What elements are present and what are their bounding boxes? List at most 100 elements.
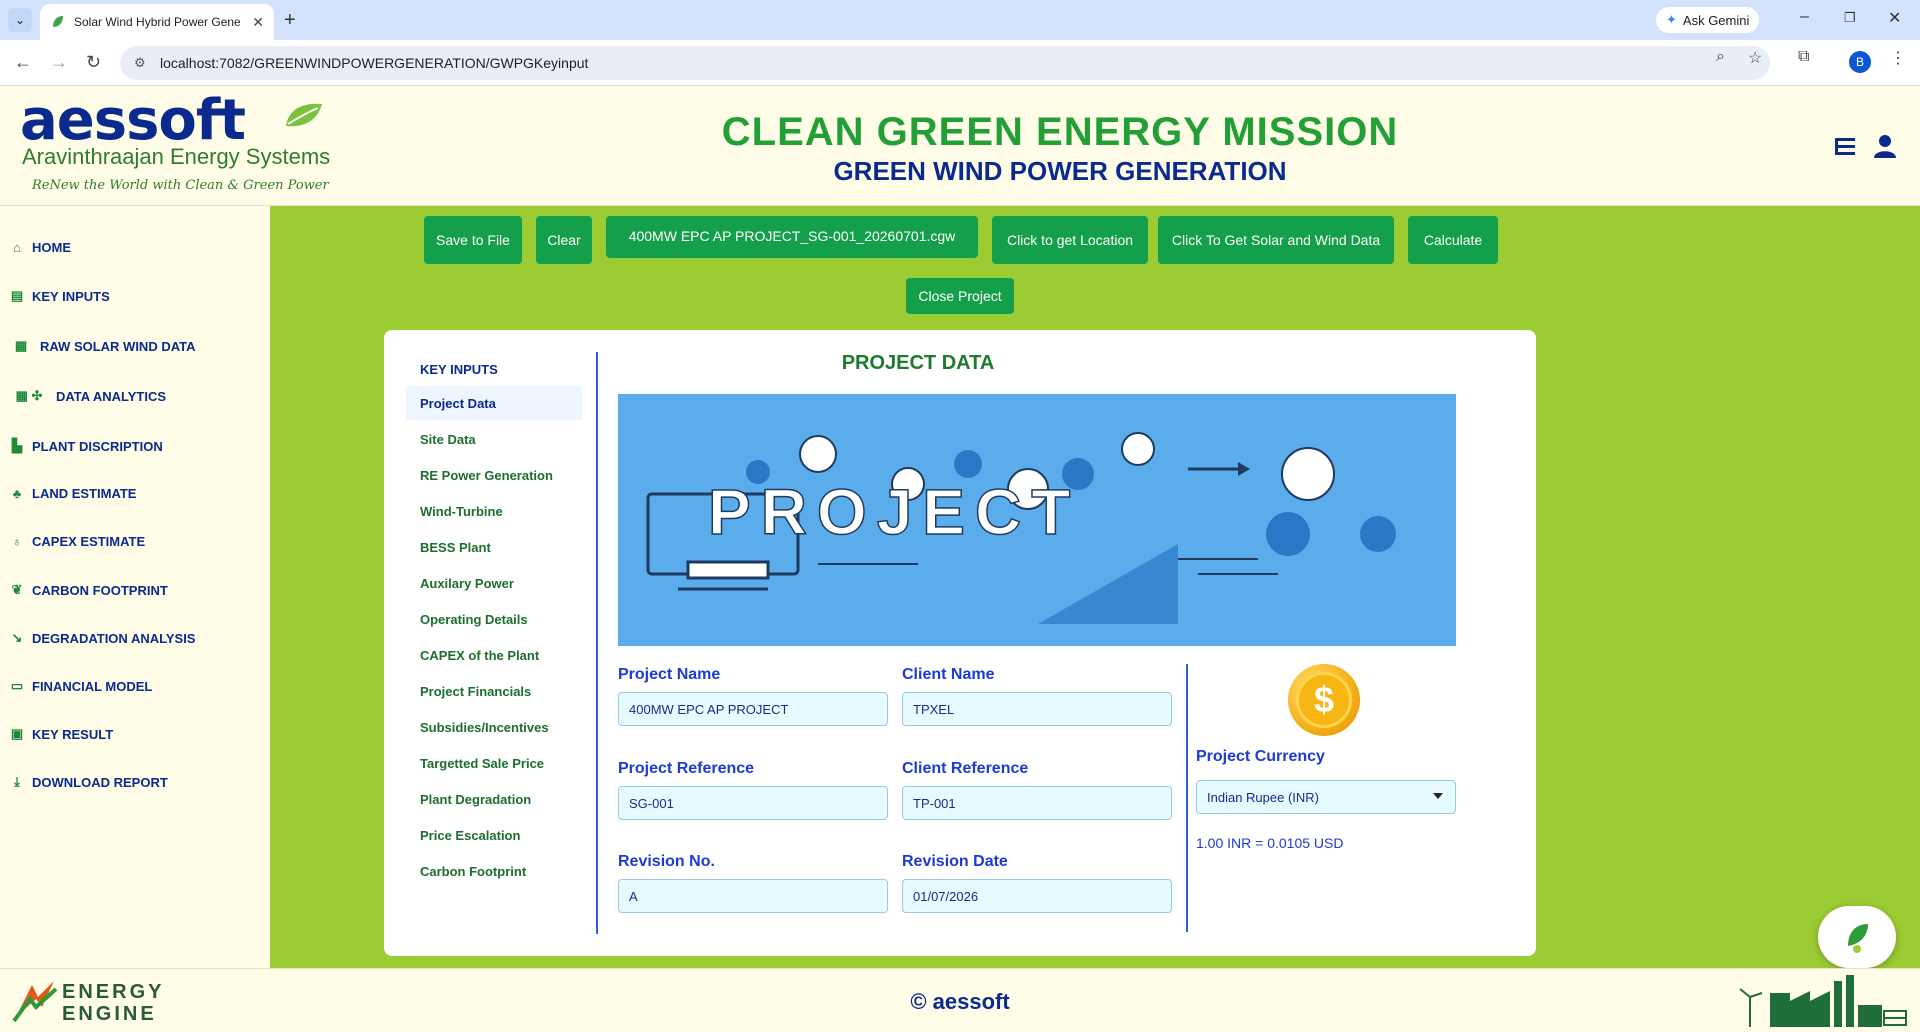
sidebar-item-home[interactable]: ⌂ HOME (10, 240, 71, 255)
revision-date-field[interactable]: 01/07/2026 (902, 879, 1172, 913)
get-location-button[interactable]: Click to get Location (992, 216, 1148, 264)
zoom-icon[interactable]: ⌕ (1716, 48, 1725, 66)
logo-tagline: ReNew the World with Clean & Green Power (32, 178, 329, 193)
project-banner-image: PROJECT (618, 394, 1456, 646)
sidebar-item-label: CARBON FOOTPRINT (32, 582, 168, 598)
subnav-targetted-sale-price[interactable]: Targetted Sale Price (406, 746, 582, 780)
sidebar-item-label: KEY RESULT (32, 726, 114, 742)
sidebar-item-key-result[interactable]: ▣ KEY RESULT (10, 726, 113, 742)
revision-no-field[interactable]: A (618, 879, 888, 913)
subnav-re-power-generation[interactable]: RE Power Generation (406, 458, 582, 492)
project-data-title: PROJECT DATA (841, 352, 995, 374)
subnav-project-data[interactable]: Project Data (406, 386, 582, 420)
url-text: localhost:7082/GREENWINDPOWERGENERATION/… (160, 55, 589, 71)
tab-search-icon[interactable]: ⌄ (8, 8, 32, 32)
egem-chat-button[interactable] (1818, 906, 1896, 968)
sidebar-item-label: RAW SOLAR WIND DATA (40, 338, 196, 354)
sidebar-item-key-inputs[interactable]: ▤ KEY INPUTS (10, 288, 110, 304)
client-name-field[interactable]: TPXEL (902, 692, 1172, 726)
project-currency-select[interactable]: Indian Rupee (INR) (1196, 780, 1456, 814)
forward-icon[interactable]: → (50, 52, 68, 73)
page-title: CLEAN GREEN ENERGY MISSION (721, 110, 1399, 154)
land-icon: ♣ (12, 486, 22, 501)
ask-gemini-button[interactable]: ✦ Ask Gemini (1656, 7, 1760, 33)
solar-panel-icon: ▦ (14, 338, 28, 353)
hamburger-menu-icon[interactable] (1834, 136, 1856, 158)
new-tab-icon[interactable]: + (284, 8, 296, 32)
tab-close-icon[interactable]: ✕ (252, 14, 264, 31)
calculate-button[interactable]: Calculate (1408, 216, 1498, 264)
project-name-label: Project Name (618, 666, 721, 683)
sidebar: ⌂ HOME ▤ KEY INPUTS ▦ RAW SOLAR WIND DAT… (0, 206, 270, 968)
sidebar-item-financial-model[interactable]: ▭ FINANCIAL MODEL (10, 678, 153, 694)
subnav-capex-of-plant[interactable]: CAPEX of the Plant (406, 638, 582, 672)
subnav-price-escalation[interactable]: Price Escalation (406, 818, 582, 852)
revision-date-label: Revision Date (902, 853, 1008, 870)
app-header: aessoft Aravinthraajan Energy Systems Re… (0, 86, 1920, 206)
user-icon[interactable] (1874, 134, 1896, 158)
download-icon: ⤓ (14, 774, 20, 789)
gemini-star-icon: ✦ (1666, 12, 1677, 27)
save-to-file-button[interactable]: Save to File (424, 216, 522, 264)
get-solar-wind-data-button[interactable]: Click To Get Solar and Wind Data (1158, 216, 1394, 264)
subnav-subsidies-incentives[interactable]: Subsidies/Incentives (406, 710, 582, 744)
client-name-label: Client Name (902, 666, 995, 683)
footer: ENERGY ENGINE © aessoft (0, 968, 1920, 1032)
chevron-down-icon (1433, 793, 1443, 799)
logo-leaf-icon (286, 103, 322, 127)
subnav-auxilary-power[interactable]: Auxilary Power (406, 566, 582, 600)
sidebar-item-degradation-analysis[interactable]: ↘ DEGRADATION ANALYSIS (10, 630, 196, 646)
bookmark-star-icon[interactable]: ☆ (1748, 48, 1762, 68)
analytics-icon: ▦ ✣ (15, 388, 43, 403)
subnav-operating-details[interactable]: Operating Details (406, 602, 582, 636)
reload-icon[interactable]: ↻ (86, 52, 101, 73)
sidebar-item-raw-solar-wind-data[interactable]: ▦ RAW SOLAR WIND DATA (10, 338, 196, 354)
energy-engine-logo-icon (12, 981, 58, 1023)
sidebar-item-download-report[interactable]: ⤓ DOWNLOAD REPORT (10, 774, 168, 790)
address-bar[interactable]: ⚙ localhost:7082/GREENWINDPOWERGENERATIO… (120, 46, 1770, 80)
subnav-plant-degradation[interactable]: Plant Degradation (406, 782, 582, 816)
sidebar-item-label: KEY INPUTS (32, 288, 110, 304)
industry-icon: ▙ (12, 438, 22, 453)
browser-menu-icon[interactable]: ⋮ (1890, 48, 1906, 68)
project-data-card: KEY INPUTS Project Data Site Data RE Pow… (384, 330, 1536, 956)
browser-toolbar: ← → ↻ ⚙ localhost:7082/GREENWINDPOWERGEN… (0, 40, 1920, 86)
sidebar-item-data-analytics[interactable]: ▦ ✣ DATA ANALYTICS (10, 388, 166, 404)
subnav-project-financials[interactable]: Project Financials (406, 674, 582, 708)
copyright-text: © aessoft (910, 989, 1010, 1014)
site-info-icon[interactable]: ⚙ (134, 55, 146, 71)
browser-tab[interactable]: Solar Wind Hybrid Power Gene ✕ (40, 4, 274, 40)
revision-no-label: Revision No. (618, 853, 715, 870)
money-bag-icon: ♁ (12, 534, 22, 549)
energy-engine-brand-line2: ENGINE (62, 1003, 157, 1025)
client-reference-label: Client Reference (902, 760, 1029, 777)
subnav-wind-turbine[interactable]: Wind-Turbine (406, 494, 582, 528)
sidebar-item-label: HOME (32, 240, 71, 255)
sidebar-item-label: PLANT DISCRIPTION (32, 438, 163, 454)
sidebar-item-land-estimate[interactable]: ♣ LAND ESTIMATE (10, 486, 137, 501)
clear-button[interactable]: Clear (536, 216, 592, 264)
currency-divider (1186, 664, 1188, 932)
sidebar-item-carbon-footprint[interactable]: ❦ CARBON FOOTPRINT (10, 582, 168, 598)
back-icon[interactable]: ← (14, 52, 32, 73)
client-reference-field[interactable]: TP-001 (902, 786, 1172, 820)
project-reference-field[interactable]: SG-001 (618, 786, 888, 820)
minimize-icon[interactable]: – (1800, 8, 1809, 26)
subnav-divider (596, 352, 598, 934)
key-inputs-heading: KEY INPUTS (420, 362, 498, 377)
profile-avatar[interactable]: B (1849, 51, 1871, 73)
close-project-button[interactable]: Close Project (906, 278, 1014, 314)
sidebar-item-plant-discription[interactable]: ▙ PLANT DISCRIPTION (10, 438, 163, 454)
sidebar-item-capex-estimate[interactable]: ♁ CAPEX ESTIMATE (10, 534, 145, 549)
extensions-icon[interactable]: ⧉ (1798, 48, 1809, 66)
close-window-icon[interactable]: ✕ (1888, 8, 1901, 28)
egem-leaf-icon (1848, 924, 1868, 953)
subnav-carbon-footprint[interactable]: Carbon Footprint (406, 854, 582, 888)
subnav-bess-plant[interactable]: BESS Plant (406, 530, 582, 564)
page-subtitle: GREEN WIND POWER GENERATION (833, 156, 1287, 186)
project-name-field[interactable]: 400MW EPC AP PROJECT (618, 692, 888, 726)
leaf-icon: ❦ (11, 582, 23, 597)
logo-company-name: Aravinthraajan Energy Systems (22, 144, 331, 169)
restore-icon[interactable]: ❐ (1844, 10, 1856, 26)
subnav-site-data[interactable]: Site Data (406, 422, 582, 456)
